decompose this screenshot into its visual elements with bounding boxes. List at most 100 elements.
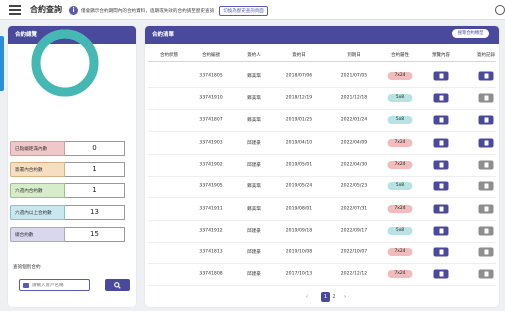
table-cell-id: 33741903 (199, 140, 223, 146)
document-icon (484, 271, 488, 277)
preview-content-button[interactable] (433, 71, 449, 81)
row-divider (148, 176, 496, 177)
top-bar: 合約查詢 i 僅會顯示合約期間內的合約資料，過期或失效的合約請至歷史查詢 切換為… (0, 0, 505, 20)
user-icon[interactable] (495, 5, 505, 15)
search-button[interactable] (105, 279, 130, 291)
preview-content-button[interactable] (433, 269, 449, 279)
stat-label: 六週內以上合約數 (10, 205, 65, 220)
contract-log-button[interactable] (478, 138, 494, 148)
table-cell-end: 2022/07/31 (340, 206, 368, 212)
document-icon (439, 95, 443, 101)
notice-text: 僅會顯示合約期間內的合約資料，過期或失效的合約請至歷史查詢 (81, 8, 215, 14)
table-cell-end: 2021/12/18 (340, 95, 368, 101)
row-divider (148, 197, 496, 198)
contract-type-badge: 5x8 (387, 116, 413, 124)
document-icon (484, 183, 488, 189)
stat-row: 總合約數 15 (10, 227, 131, 242)
preview-content-button[interactable] (433, 115, 449, 125)
preview-content-button[interactable] (433, 226, 449, 236)
contract-log-button[interactable] (478, 247, 494, 257)
stat-row: 六週內合約數 1 (10, 183, 131, 198)
preview-content-button[interactable] (433, 181, 449, 191)
contract-type-badge: 7x24 (387, 248, 413, 256)
column-header[interactable]: 預覽內容 (432, 52, 450, 58)
table-cell-start: 2019/01/25 (285, 117, 313, 123)
preview-content-button[interactable] (433, 138, 449, 148)
pagination-prev[interactable]: ‹ (306, 293, 308, 302)
contract-type-badge: 7x24 (387, 161, 413, 169)
document-icon (484, 140, 488, 146)
side-drawer-handle[interactable] (0, 36, 4, 91)
document-icon (439, 183, 443, 189)
table-cell-signer: 邱建豪 (247, 272, 261, 277)
stat-row: 簽署內合約數 1 (10, 162, 131, 177)
table-cell-id: 33741911 (199, 206, 223, 212)
contract-log-button[interactable] (478, 93, 494, 103)
column-header[interactable]: 合約屬性 (391, 52, 409, 58)
contract-log-button[interactable] (478, 204, 494, 214)
table-cell-id: 33741807 (199, 117, 223, 123)
stat-value: 1 (65, 183, 125, 198)
contract-log-button[interactable] (478, 115, 494, 125)
contract-log-button[interactable] (478, 226, 494, 236)
preview-content-button[interactable] (433, 204, 449, 214)
contract-donut-chart (31, 29, 99, 97)
column-header[interactable]: 簽約日 (292, 52, 306, 58)
contract-type-badge: 5x8 (387, 182, 413, 190)
table-cell-signer: 鄭美琪 (247, 118, 261, 123)
search-icon (114, 281, 121, 289)
menu-icon[interactable] (9, 5, 21, 15)
customer-search-field[interactable] (19, 279, 90, 291)
contract-log-button[interactable] (478, 71, 494, 81)
stat-label: 六週內合約數 (10, 183, 65, 198)
stat-value: 0 (65, 141, 125, 156)
table-cell-start: 2018/12/19 (285, 95, 313, 101)
pagination-page-2[interactable]: 2 (332, 293, 335, 302)
contract-log-button[interactable] (478, 269, 494, 279)
table-cell-signer: 鄭美琪 (247, 96, 261, 101)
table-cell-id: 33741912 (199, 228, 223, 234)
table-cell-signer: 鄭美琪 (247, 207, 261, 212)
customer-search-input[interactable] (32, 282, 87, 288)
document-icon (484, 73, 488, 79)
document-icon (439, 249, 443, 255)
document-icon (439, 271, 443, 277)
column-header[interactable]: 簽約人 (247, 52, 261, 58)
row-divider (148, 242, 496, 243)
preview-content-button[interactable] (433, 93, 449, 103)
document-icon (439, 140, 443, 146)
table-cell-signer: 邱建豪 (247, 141, 261, 146)
document-icon (484, 228, 488, 234)
pagination-next[interactable]: › (344, 293, 346, 302)
table-cell-start: 2019/09/18 (285, 228, 313, 234)
column-header[interactable]: 合約狀態 (160, 52, 178, 58)
contract-log-button[interactable] (478, 160, 494, 170)
search-label: 查詢個別合約 (13, 265, 41, 270)
document-icon (484, 95, 488, 101)
document-icon (484, 249, 488, 255)
document-icon (484, 162, 488, 168)
history-query-button[interactable]: 切換為歷史查詢頁面 (219, 5, 268, 16)
document-icon (439, 73, 443, 79)
column-header[interactable]: 到期日 (347, 52, 361, 58)
table-cell-id: 33741902 (199, 162, 223, 168)
stat-value: 1 (65, 162, 125, 177)
pagination-page-current[interactable]: 1 (321, 292, 330, 302)
table-cell-start: 2019/08/01 (285, 206, 313, 212)
info-icon: i (69, 6, 78, 15)
column-header[interactable]: 合約編號 (202, 52, 220, 58)
preview-content-button[interactable] (433, 160, 449, 170)
document-icon (439, 117, 443, 123)
contract-log-button[interactable] (478, 181, 494, 191)
table-cell-end: 2022/05/23 (340, 183, 368, 189)
row-divider (148, 220, 496, 221)
contract-list-title: 合約清單 (145, 26, 499, 44)
document-icon (484, 206, 488, 212)
column-header[interactable]: 簽約記錄 (477, 52, 495, 58)
contract-type-filter[interactable]: 搜尋合約類型 (452, 29, 489, 38)
row-divider (148, 285, 496, 286)
preview-content-button[interactable] (433, 247, 449, 257)
table-cell-end: 2021/07/05 (340, 73, 368, 79)
row-divider (148, 131, 496, 132)
row-divider (148, 263, 496, 264)
